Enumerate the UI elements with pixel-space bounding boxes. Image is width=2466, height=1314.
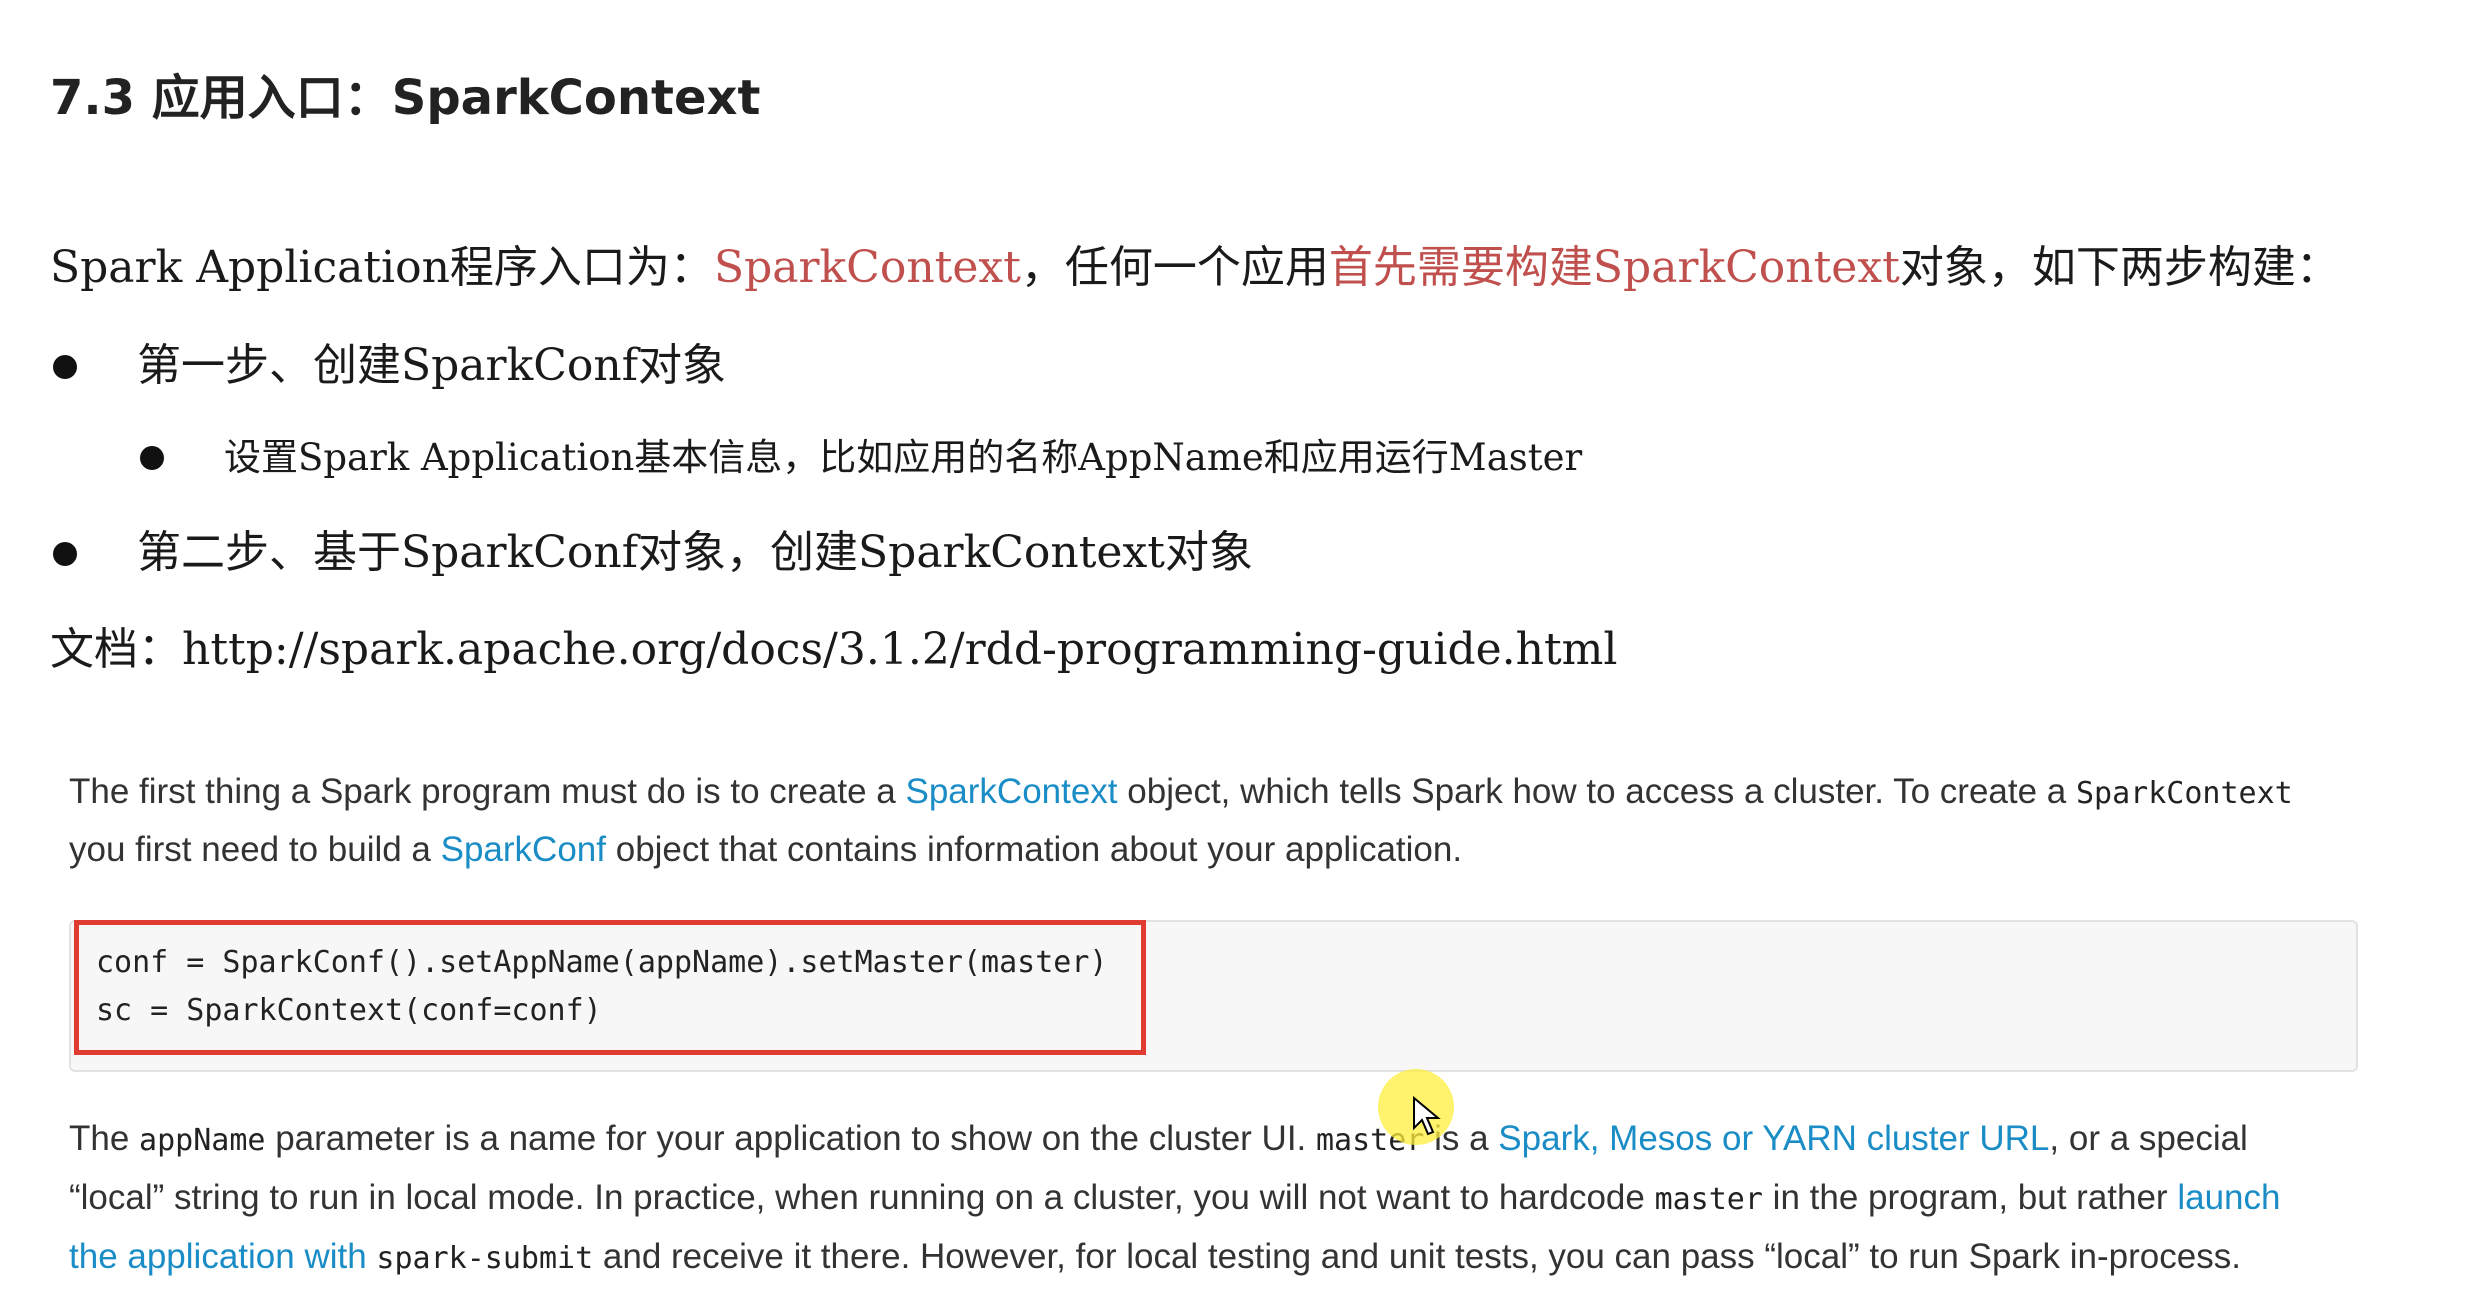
intro-prefix: Spark Application程序入口为： (50, 242, 714, 293)
mouse-cursor-icon (1413, 1096, 1441, 1136)
launch-link[interactable]: the application with (69, 1237, 376, 1276)
intro-middle: ，任何一个应用 (1020, 242, 1329, 293)
para1-text: you first need to build a (69, 830, 441, 869)
doc-reference: 文档：http://spark.apache.org/docs/3.1.2/rd… (50, 622, 1617, 678)
sparkcontext-link[interactable]: SparkContext (905, 772, 1117, 811)
para2-text: in the program, but rather (1762, 1178, 2178, 1217)
para2-text: and receive it there. However, for local… (593, 1237, 2241, 1276)
para1-line2: you first need to build a SparkConf obje… (69, 821, 1462, 879)
para2-text: “local” string to run in local mode. In … (69, 1178, 1655, 1217)
intro-highlight: 首先需要构建SparkContext (1328, 242, 1900, 293)
intro-suffix: 对象，如下两步构建： (1899, 242, 2340, 293)
code-highlight-box (74, 920, 1146, 1055)
bullet-icon (53, 542, 77, 566)
para1-line1: The first thing a Spark program must do … (69, 763, 2293, 823)
intro-line: Spark Application程序入口为：SparkContext，任何一个… (50, 240, 2340, 296)
para1-text: The first thing a Spark program must do … (69, 772, 906, 811)
para2-line1: The appName parameter is a name for your… (69, 1110, 2248, 1170)
para2-text: , or a special (2049, 1119, 2248, 1158)
step-one-detail: 设置Spark Application基本信息，比如应用的名称AppName和应… (224, 436, 1583, 479)
para2-text: parameter is a name for your application… (265, 1119, 1316, 1158)
step-two: 第二步、基于SparkConf对象，创建SparkContext对象 (137, 527, 1253, 578)
para1-text: object, which tells Spark how to access … (1117, 772, 2076, 811)
section-heading: 7.3 应用入口：SparkContext (50, 70, 761, 126)
step-one: 第一步、创建SparkConf对象 (137, 340, 727, 391)
doc-label: 文档： (50, 624, 182, 675)
para2-line3: the application with spark-submit and re… (69, 1228, 2241, 1288)
inline-code: master (1654, 1182, 1763, 1217)
inline-code: appName (139, 1123, 266, 1158)
inline-code: SparkContext (2075, 776, 2293, 811)
sparkconf-link[interactable]: SparkConf (441, 830, 606, 869)
para2-text: The (69, 1119, 140, 1158)
launch-link[interactable]: launch (2177, 1178, 2280, 1217)
spark-submit-link[interactable]: spark-submit (376, 1241, 593, 1276)
cluster-url-link[interactable]: Spark, Mesos or YARN cluster URL (1498, 1119, 2049, 1158)
para2-line2: “local” string to run in local mode. In … (69, 1169, 2280, 1229)
para1-text: object that contains information about y… (606, 830, 1463, 869)
bullet-icon (53, 355, 77, 379)
doc-url[interactable]: http://spark.apache.org/docs/3.1.2/rdd-p… (182, 624, 1617, 675)
bullet-icon (140, 446, 164, 470)
intro-entry: SparkContext (713, 242, 1021, 293)
